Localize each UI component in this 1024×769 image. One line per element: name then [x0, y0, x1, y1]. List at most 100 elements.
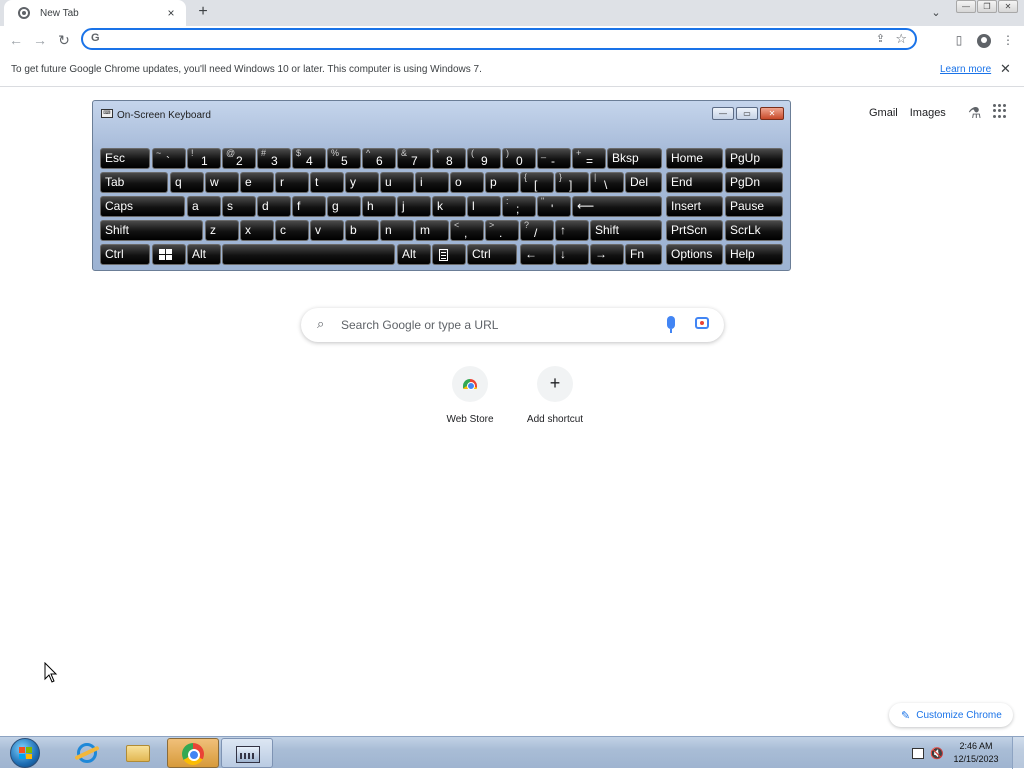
osk-key-up-arrow[interactable]: ↑ — [555, 220, 589, 241]
osk-key-pgup[interactable]: PgUp — [725, 148, 783, 169]
osk-key-8[interactable]: * 8 — [432, 148, 466, 169]
osk-key-backslash[interactable]: | \ — [590, 172, 624, 193]
customize-chrome-button[interactable]: ✎ Customize Chrome — [889, 703, 1013, 727]
labs-flask-icon[interactable]: ⚗ — [968, 104, 981, 122]
forward-icon[interactable]: → — [30, 30, 50, 50]
osk-key-right-arrow[interactable]: → — [590, 244, 624, 265]
ntp-search-box[interactable]: ⌕ Search Google or type a URL — [301, 308, 724, 342]
osk-key-z[interactable]: z — [205, 220, 239, 241]
taskbar-internet-explorer[interactable] — [60, 738, 112, 768]
osk-key-shift[interactable]: Shift — [590, 220, 662, 241]
osk-key-help[interactable]: Help — [725, 244, 783, 265]
osk-close-button[interactable]: ✕ — [760, 107, 784, 120]
osk-key-shift[interactable]: Shift — [100, 220, 203, 241]
osk-key-scrlk[interactable]: ScrLk — [725, 220, 783, 241]
osk-key-sym[interactable]: <, — [450, 220, 484, 241]
osk-key-home[interactable]: Home — [666, 148, 723, 169]
osk-key-sym[interactable]: _ - — [537, 148, 571, 169]
tab-search-icon[interactable]: ⌄ — [928, 4, 944, 22]
osk-minimize-button[interactable]: — — [712, 107, 734, 120]
osk-key-r[interactable]: r — [275, 172, 309, 193]
osk-key-pgdn[interactable]: PgDn — [725, 172, 783, 193]
osk-key-ctrl[interactable]: Ctrl — [467, 244, 517, 265]
osk-key-tab[interactable]: Tab — [100, 172, 168, 193]
osk-key-insert[interactable]: Insert — [666, 196, 723, 217]
osk-key-del[interactable]: Del — [625, 172, 662, 193]
taskbar-file-explorer[interactable] — [113, 738, 165, 768]
show-desktop-button[interactable] — [1012, 737, 1024, 769]
osk-key-a[interactable]: a — [187, 196, 221, 217]
osk-key-pause[interactable]: Pause — [725, 196, 783, 217]
osk-key-j[interactable]: j — [397, 196, 431, 217]
google-lens-camera-icon[interactable] — [695, 317, 709, 329]
search-placeholder[interactable]: Search Google or type a URL — [341, 318, 498, 332]
tab-new-tab[interactable]: New Tab × — [4, 0, 186, 26]
osk-key-o[interactable]: o — [450, 172, 484, 193]
osk-key-y[interactable]: y — [345, 172, 379, 193]
osk-key-end[interactable]: End — [666, 172, 723, 193]
osk-key-x[interactable]: x — [240, 220, 274, 241]
osk-key-enter[interactable]: ⟵ — [572, 196, 662, 217]
share-icon[interactable]: ⇪ — [876, 32, 885, 45]
osk-key-t[interactable]: t — [310, 172, 344, 193]
osk-key-m[interactable]: m — [415, 220, 449, 241]
osk-key-b[interactable]: b — [345, 220, 379, 241]
osk-key-menu[interactable] — [432, 244, 466, 265]
new-tab-button[interactable]: + — [194, 3, 212, 21]
osk-key-i[interactable]: i — [415, 172, 449, 193]
osk-key-esc[interactable]: Esc — [100, 148, 150, 169]
osk-key-options[interactable]: Options — [666, 244, 723, 265]
address-input[interactable] — [107, 31, 887, 47]
tab-close-icon[interactable]: × — [164, 6, 178, 20]
osk-key-d[interactable]: d — [257, 196, 291, 217]
osk-key-2[interactable]: @2 — [222, 148, 256, 169]
osk-key-v[interactable]: v — [310, 220, 344, 241]
minimize-window-button[interactable]: — — [956, 0, 976, 13]
omnibox[interactable]: G ⇪ ☆ — [81, 28, 917, 50]
osk-key-5[interactable]: % 5 — [327, 148, 361, 169]
profile-button[interactable] — [974, 30, 994, 50]
osk-key-c[interactable]: c — [275, 220, 309, 241]
osk-key-l[interactable]: l — [467, 196, 501, 217]
maximize-window-button[interactable]: ❐ — [977, 0, 997, 13]
osk-title-bar[interactable]: ⌨ On-Screen Keyboard — ▭ ✕ — [93, 101, 790, 129]
osk-key-sym[interactable]: >. — [485, 220, 519, 241]
reload-icon[interactable]: ↻ — [54, 30, 74, 50]
osk-key-bksp[interactable]: Bksp — [607, 148, 662, 169]
start-button[interactable] — [10, 738, 40, 768]
osk-key-w[interactable]: w — [205, 172, 239, 193]
osk-key-sym[interactable]: ~ ` — [152, 148, 186, 169]
voice-search-mic-icon[interactable] — [667, 316, 675, 333]
osk-key-alt[interactable]: Alt — [397, 244, 431, 265]
bookmark-star-icon[interactable]: ☆ — [895, 31, 907, 47]
shortcut-add[interactable]: + Add shortcut — [510, 366, 600, 425]
osk-key-4[interactable]: $4 — [292, 148, 326, 169]
infobar-close-icon[interactable]: ✕ — [1000, 61, 1011, 77]
close-window-button[interactable]: ✕ — [998, 0, 1018, 13]
osk-key-s[interactable]: s — [222, 196, 256, 217]
osk-key-sym[interactable]: ? / — [520, 220, 554, 241]
side-panel-icon[interactable]: ▯ — [949, 30, 969, 50]
osk-key-n[interactable]: n — [380, 220, 414, 241]
osk-key-fn[interactable]: Fn — [625, 244, 662, 265]
osk-key-6[interactable]: ^ 6 — [362, 148, 396, 169]
osk-key-sym[interactable]: + = — [572, 148, 606, 169]
osk-key-ctrl[interactable]: Ctrl — [100, 244, 150, 265]
speaker-muted-icon[interactable]: 🔇 — [930, 747, 944, 760]
osk-key-down-arrow[interactable]: ↓ — [555, 244, 589, 265]
osk-key-sym[interactable]: }] — [555, 172, 589, 193]
osk-key-1[interactable]: ! 1 — [187, 148, 221, 169]
osk-key-3[interactable]: #3 — [257, 148, 291, 169]
osk-key-h[interactable]: h — [362, 196, 396, 217]
osk-key-q[interactable]: q — [170, 172, 204, 193]
taskbar-on-screen-keyboard[interactable] — [221, 738, 273, 768]
gmail-link[interactable]: Gmail — [869, 107, 898, 119]
taskbar-chrome[interactable] — [167, 738, 219, 768]
osk-key-caps[interactable]: Caps — [100, 196, 185, 217]
osk-key-prtscn[interactable]: PrtScn — [666, 220, 723, 241]
osk-maximize-button[interactable]: ▭ — [736, 107, 758, 120]
osk-key-f[interactable]: f — [292, 196, 326, 217]
osk-key-left-arrow[interactable]: ← — [520, 244, 554, 265]
on-screen-keyboard-window[interactable]: ⌨ On-Screen Keyboard — ▭ ✕ Esc ~ `! 1 @2 #3 $4… — [92, 100, 791, 271]
osk-key-space[interactable] — [222, 244, 395, 265]
